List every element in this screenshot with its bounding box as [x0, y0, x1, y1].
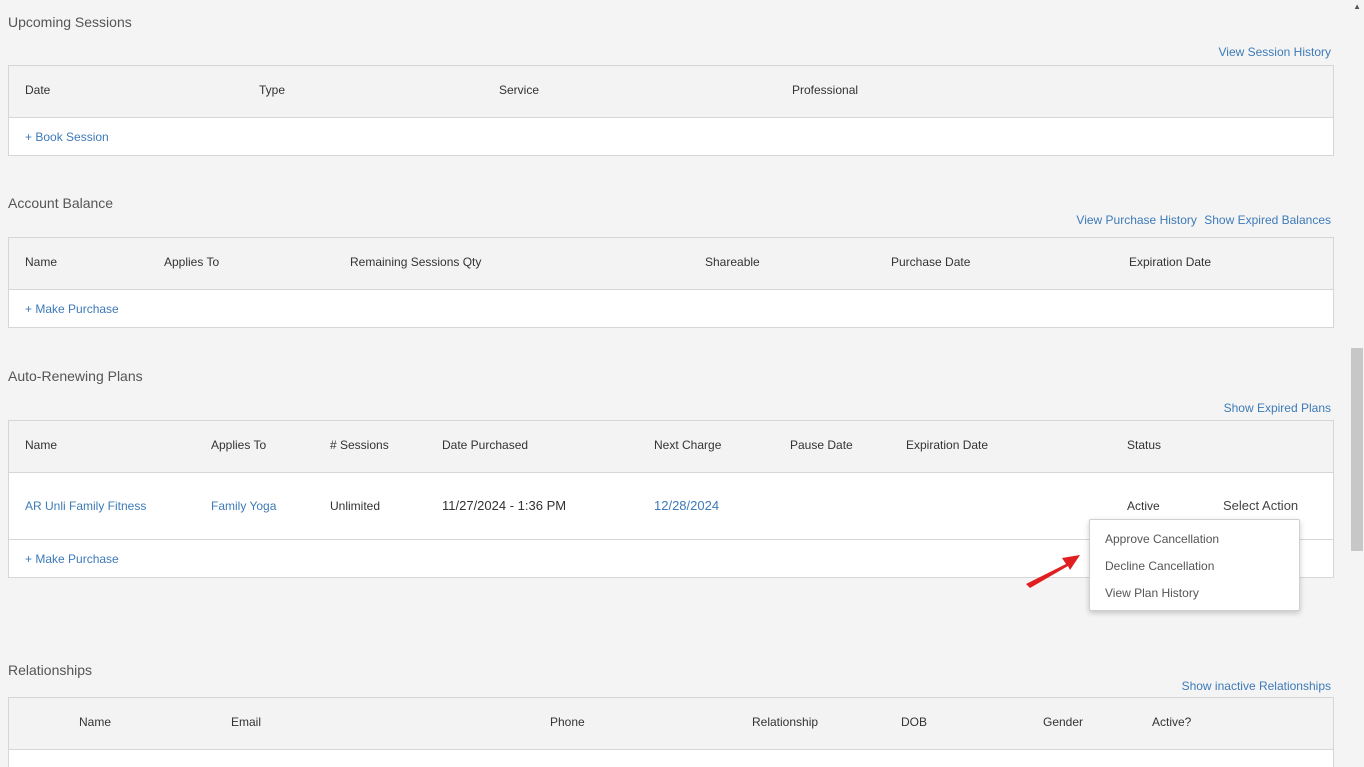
col-applies-to: Applies To [164, 255, 220, 269]
col-expiration-date: Expiration Date [906, 438, 989, 452]
account-balance-title: Account Balance [8, 195, 114, 211]
col-purchase-date: Purchase Date [891, 255, 971, 269]
show-inactive-relationships-link[interactable]: Show inactive Relationships [1182, 679, 1331, 693]
col-date-purchased: Date Purchased [442, 438, 529, 452]
account-balance-panel: Name Applies To Remaining Sessions Qty S… [8, 237, 1334, 328]
make-purchase-link[interactable]: + Make Purchase [25, 302, 119, 316]
col-remaining-sessions: Remaining Sessions Qty [350, 255, 482, 269]
col-phone: Phone [550, 715, 585, 729]
upcoming-sessions-header: Date Type Service Professional [9, 66, 1333, 118]
col-expiration-date: Expiration Date [1129, 255, 1212, 269]
book-session-link[interactable]: + Book Session [25, 130, 109, 144]
view-plan-history-option[interactable]: View Plan History [1105, 586, 1199, 600]
col-service: Service [499, 83, 540, 97]
col-shareable: Shareable [705, 255, 760, 269]
view-purchase-history-link[interactable]: View Purchase History [1076, 213, 1197, 227]
plan-name-link[interactable]: AR Unli Family Fitness [25, 499, 146, 513]
col-type: Type [259, 83, 286, 97]
upcoming-sessions-title: Upcoming Sessions [8, 14, 132, 30]
upcoming-sessions-panel: Date Type Service Professional + Book Se… [8, 65, 1334, 156]
plan-applies-to-link[interactable]: Family Yoga [211, 499, 276, 513]
col-date: Date [25, 83, 51, 97]
col-status: Status [1127, 438, 1162, 452]
select-action-dropdown[interactable]: Select Action [1223, 498, 1298, 513]
col-name: Name [79, 715, 112, 729]
balance-links: View Purchase History Show Expired Balan… [1076, 213, 1331, 227]
page-scrollbar[interactable]: ▲ [1350, 0, 1364, 755]
col-applies-to: Applies To [211, 438, 267, 452]
plan-sessions: Unlimited [330, 499, 381, 513]
relationships-panel: Name Email Phone Relationship DOB Gender… [8, 697, 1334, 767]
plan-status: Active [1127, 499, 1160, 513]
account-balance-footer: + Make Purchase [9, 290, 1333, 328]
view-session-history-link[interactable]: View Session History [1219, 45, 1332, 59]
plan-date-purchased: 11/27/2024 - 1:36 PM [442, 498, 567, 513]
col-dob: DOB [901, 715, 928, 729]
decline-cancellation-option[interactable]: Decline Cancellation [1105, 559, 1214, 573]
col-name: Name [25, 255, 58, 269]
col-next-charge: Next Charge [654, 438, 722, 452]
col-name: Name [25, 438, 58, 452]
approve-cancellation-option[interactable]: Approve Cancellation [1105, 532, 1219, 546]
show-expired-balances-link[interactable]: Show Expired Balances [1204, 213, 1331, 227]
select-action-menu: Approve Cancellation Decline Cancellatio… [1089, 519, 1300, 611]
make-purchase-link[interactable]: + Make Purchase [25, 552, 119, 566]
plan-next-charge-link[interactable]: 12/28/2024 [654, 498, 719, 513]
col-email: Email [231, 715, 262, 729]
upcoming-sessions-footer: + Book Session [9, 118, 1333, 156]
red-arrow-icon [1026, 555, 1080, 588]
plans-header: Name Applies To # Sessions Date Purchase… [9, 421, 1333, 473]
relationships-header: Name Email Phone Relationship DOB Gender… [9, 698, 1333, 750]
scroll-up-icon[interactable]: ▲ [1353, 2, 1361, 11]
relationships-title: Relationships [8, 662, 93, 678]
col-pause-date: Pause Date [790, 438, 853, 452]
show-expired-plans-link[interactable]: Show Expired Plans [1224, 401, 1331, 415]
col-professional: Professional [792, 83, 859, 97]
col-gender: Gender [1043, 715, 1084, 729]
scrollbar-thumb[interactable] [1351, 348, 1363, 551]
col-active: Active? [1152, 715, 1192, 729]
auto-renewing-plans-title: Auto-Renewing Plans [8, 368, 143, 384]
col-sessions: # Sessions [330, 438, 389, 452]
account-balance-header: Name Applies To Remaining Sessions Qty S… [9, 238, 1333, 290]
col-relationship: Relationship [752, 715, 819, 729]
